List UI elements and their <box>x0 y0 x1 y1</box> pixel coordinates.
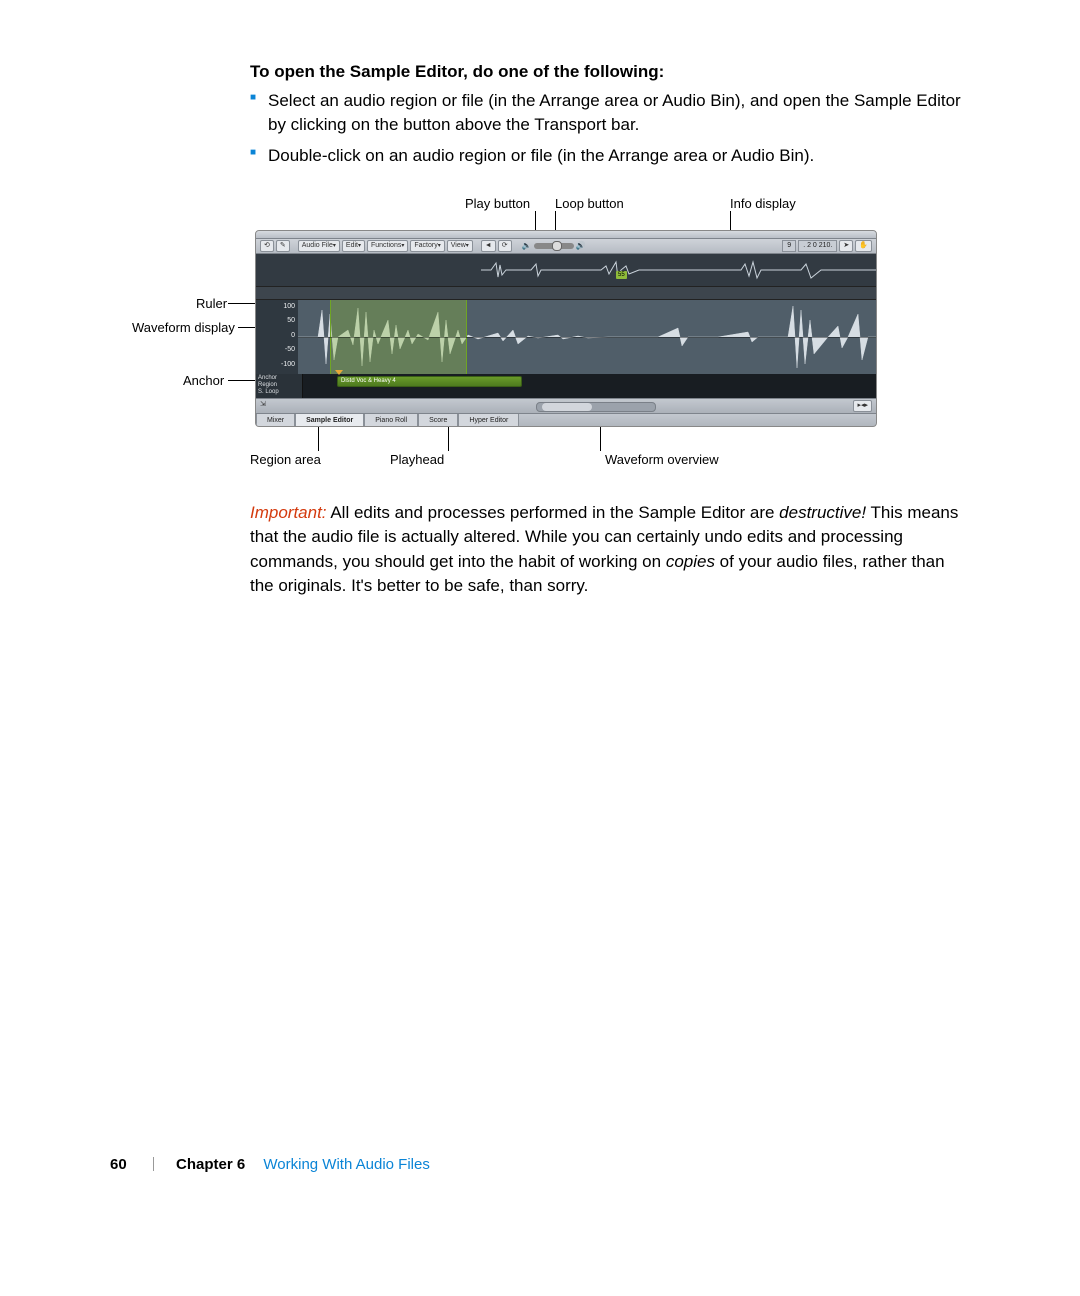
anchor-label: Anchor <box>258 375 300 382</box>
callout-anchor: Anchor <box>183 372 224 391</box>
tab-score[interactable]: Score <box>418 414 458 427</box>
callout-info-display: Info display <box>730 195 796 214</box>
callout-waveform-display: Waveform display <box>132 319 235 338</box>
ruler[interactable] <box>256 286 876 300</box>
region-label: Region <box>258 382 300 389</box>
section-heading: To open the Sample Editor, do one of the… <box>250 60 970 85</box>
menu-edit[interactable]: Edit <box>342 240 365 252</box>
pencil-icon[interactable]: ✎ <box>276 240 290 252</box>
horizontal-scrollbar[interactable] <box>536 402 656 412</box>
bullet-item: Select an audio region or file (in the A… <box>250 89 970 138</box>
callout-region-area: Region area <box>250 451 321 470</box>
important-note: Important: All edits and processes perfo… <box>250 501 970 600</box>
tab-hyper-editor[interactable]: Hyper Editor <box>458 414 519 427</box>
callout-ruler: Ruler <box>196 295 227 314</box>
region-area: Anchor Region S. Loop Distd Voc & Heavy … <box>256 374 876 398</box>
menu-functions[interactable]: Functions <box>367 240 408 252</box>
callout-playhead: Playhead <box>390 451 444 470</box>
speaker-icon: 🔈 <box>522 240 532 252</box>
menu-audio-file[interactable]: Audio File <box>298 240 340 252</box>
menu-view[interactable]: View <box>447 240 473 252</box>
resize-icon[interactable]: ⇲ <box>260 400 266 410</box>
hand-icon[interactable]: ✋ <box>855 240 872 252</box>
tab-piano-roll[interactable]: Piano Roll <box>364 414 418 427</box>
callout-play-button: Play button <box>465 195 530 214</box>
sloop-label: S. Loop <box>258 389 300 396</box>
region-bar[interactable]: Distd Voc & Heavy 4 <box>337 376 522 387</box>
overview-marker: 55 <box>616 271 627 280</box>
chapter-title: Working With Audio Files <box>263 1156 429 1173</box>
tab-mixer[interactable]: Mixer <box>256 414 295 427</box>
editor-tabs: Mixer Sample Editor Piano Roll Score Hyp… <box>256 413 876 427</box>
info-display-b: . 2 0 210. <box>798 240 837 252</box>
menu-factory[interactable]: Factory <box>410 240 444 252</box>
callout-loop-button: Loop button <box>555 195 624 214</box>
waveform-overview[interactable]: 55 <box>256 254 876 286</box>
figure: Play button Loop button Info display Rul… <box>160 195 970 475</box>
page-footer: 60 Chapter 6 Working With Audio Files <box>110 1154 970 1176</box>
toolbar: ⟲ ✎ Audio File Edit Functions Factory Vi… <box>256 239 876 254</box>
waveform-display[interactable] <box>298 300 876 374</box>
tab-sample-editor[interactable]: Sample Editor <box>295 414 364 427</box>
chapter-label: Chapter 6 <box>176 1156 245 1173</box>
info-display-a: 9 <box>782 240 796 252</box>
pointer-icon[interactable]: ➤ <box>839 240 853 252</box>
sample-editor-screenshot: ⟲ ✎ Audio File Edit Functions Factory Vi… <box>255 230 877 427</box>
nav-back-icon[interactable]: ⟲ <box>260 240 274 252</box>
anchor-marker-icon[interactable] <box>335 370 343 375</box>
amplitude-axis: 100 50 0 -50 -100 <box>256 300 299 374</box>
zoom-control-icon[interactable]: ▸◂▸ <box>853 400 872 412</box>
callout-waveform-overview: Waveform overview <box>605 451 719 470</box>
speaker-loud-icon: 🔊 <box>576 240 586 252</box>
play-button-icon[interactable]: ◄ <box>481 240 496 252</box>
page-number: 60 <box>110 1156 127 1173</box>
loop-button-icon[interactable]: ⟳ <box>498 240 512 252</box>
important-label: Important: <box>250 503 327 522</box>
bullet-item: Double-click on an audio region or file … <box>250 144 970 169</box>
